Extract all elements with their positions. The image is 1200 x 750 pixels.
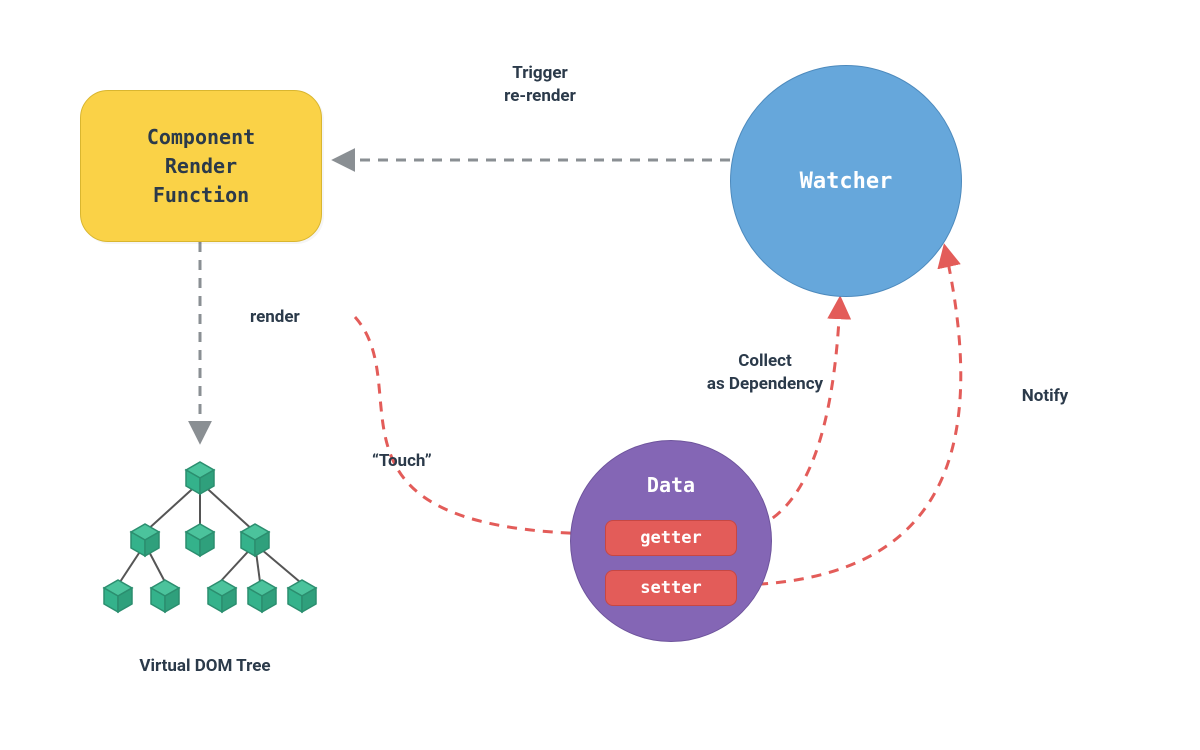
label-notify: Notify: [1000, 385, 1090, 408]
diagram-stage: Component Render Function Watcher Data g…: [0, 0, 1200, 750]
vdom-tree-nodes: [104, 462, 316, 612]
label-collect: Collect as Dependency: [665, 350, 865, 396]
edge-notify: [740, 248, 961, 585]
node-render-function-label: Component Render Function: [147, 123, 255, 210]
node-getter: getter: [605, 520, 737, 556]
label-render: render: [250, 306, 340, 329]
node-render-function: Component Render Function: [80, 90, 322, 242]
node-getter-label: getter: [640, 528, 701, 548]
label-vdom-tree: Virtual DOM Tree: [90, 655, 320, 678]
node-data-label: Data: [571, 473, 771, 497]
label-touch: “Touch”: [372, 450, 462, 473]
vdom-tree-illustration: [120, 482, 300, 582]
node-setter: setter: [605, 570, 737, 606]
node-watcher: Watcher: [730, 65, 962, 297]
edge-touch: [355, 317, 600, 534]
node-watcher-label: Watcher: [800, 169, 893, 194]
node-setter-label: setter: [640, 578, 701, 598]
label-trigger: Trigger re-render: [440, 62, 640, 108]
